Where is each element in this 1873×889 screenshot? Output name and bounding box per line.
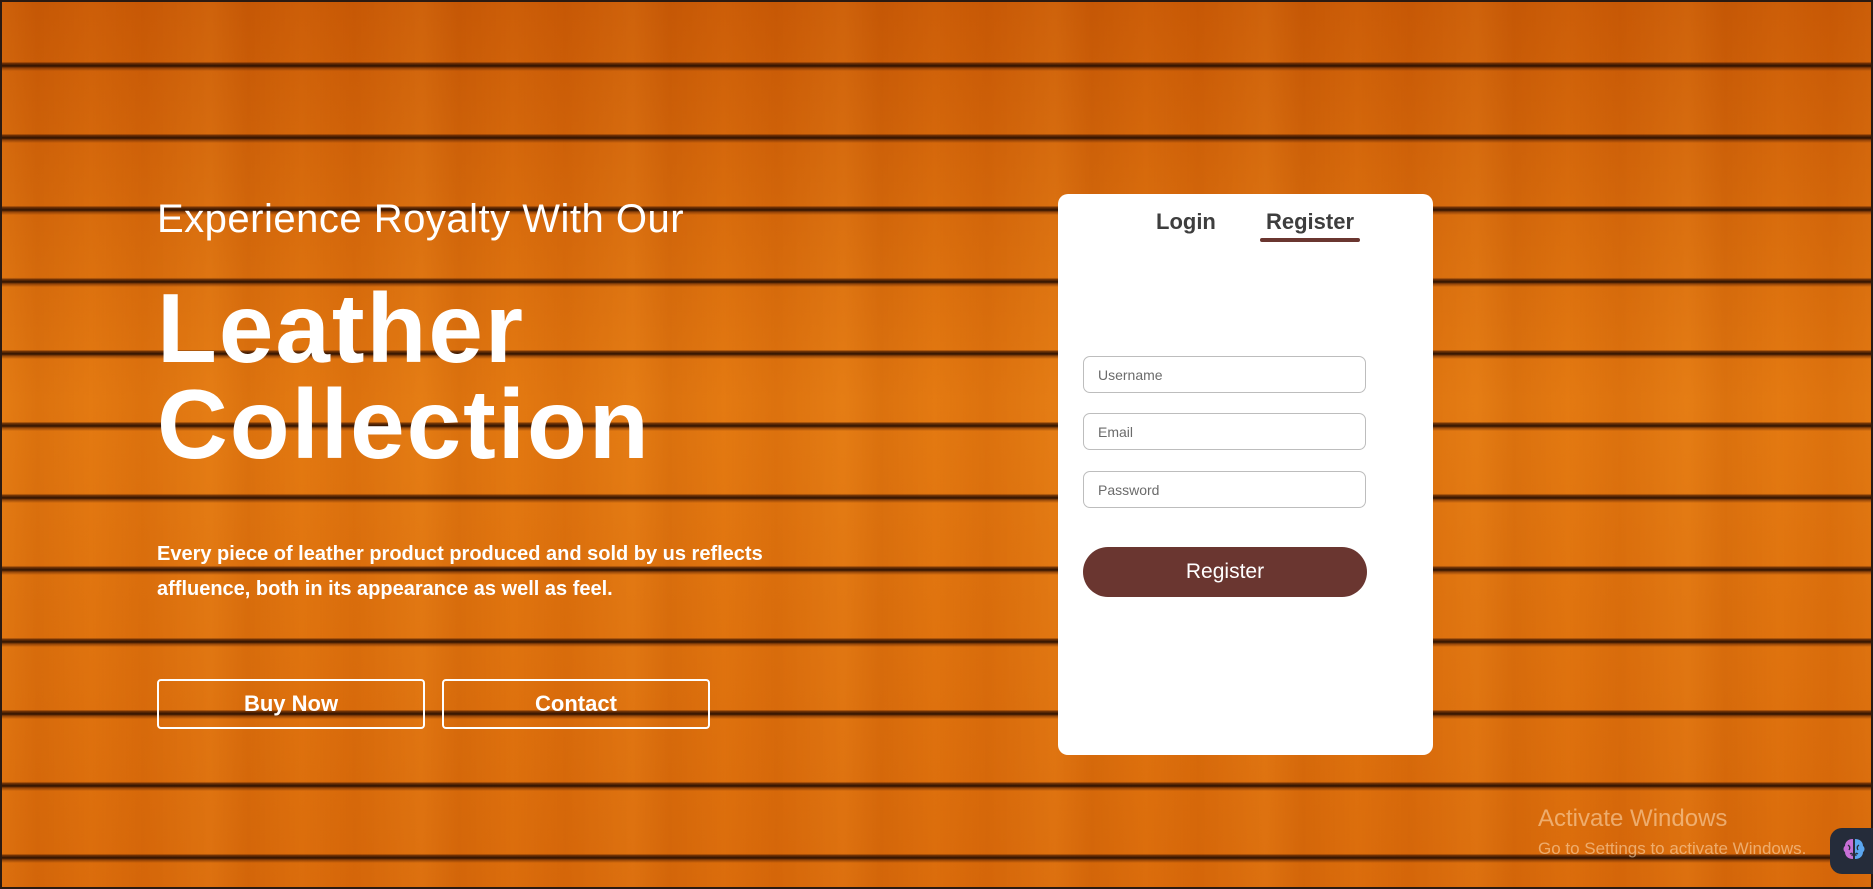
hero-title: Leather Collection	[157, 279, 857, 473]
hero-description: Every piece of leather product produced …	[157, 543, 763, 600]
password-input[interactable]	[1083, 471, 1366, 508]
auth-card: Login Register Register	[1058, 194, 1433, 755]
tab-register-label: Register	[1266, 209, 1355, 234]
username-input[interactable]	[1083, 356, 1366, 393]
hero-title-line1: Leather	[157, 273, 526, 383]
hero-actions: Buy Now Contact	[157, 679, 710, 729]
activate-windows-subtitle: Go to Settings to activate Windows.	[1538, 839, 1807, 858]
activate-windows-watermark: Activate Windows Go to Settings to activ…	[1538, 805, 1806, 859]
tab-login-label: Login	[1156, 209, 1216, 234]
auth-tabs: Login Register	[1058, 208, 1433, 242]
brain-icon	[1841, 836, 1867, 867]
assistant-launcher[interactable]	[1830, 828, 1873, 874]
email-input[interactable]	[1083, 413, 1366, 450]
active-tab-indicator	[1260, 238, 1361, 242]
tab-login[interactable]: Login	[1150, 208, 1222, 242]
hero-title-line2: Collection	[157, 369, 651, 479]
tab-register[interactable]: Register	[1260, 208, 1361, 242]
contact-button[interactable]: Contact	[442, 679, 710, 729]
hero-kicker: Experience Royalty With Our	[157, 197, 685, 241]
buy-now-button[interactable]: Buy Now	[157, 679, 425, 729]
activate-windows-title: Activate Windows	[1538, 805, 1728, 832]
register-submit-button[interactable]: Register	[1083, 547, 1367, 597]
hero-section: Experience Royalty With Our Leather Coll…	[157, 197, 857, 729]
